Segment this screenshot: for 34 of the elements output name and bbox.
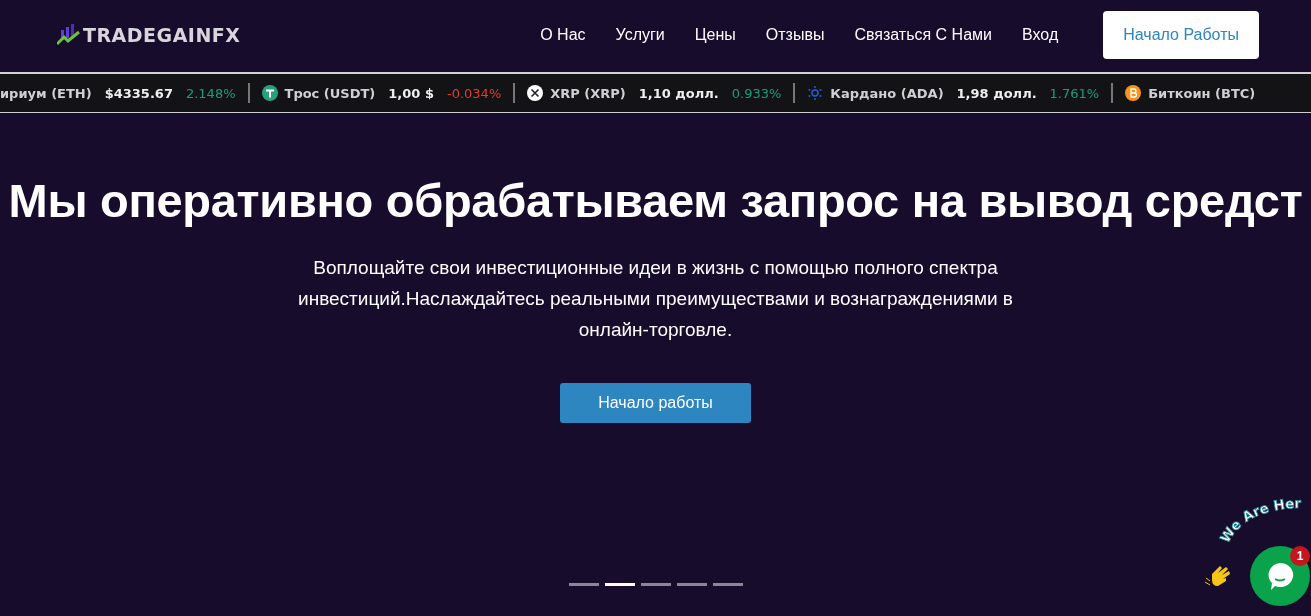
chat-bubble-icon bbox=[1265, 561, 1295, 591]
coin-icon bbox=[261, 85, 278, 101]
start-button[interactable]: Начало работы bbox=[560, 383, 751, 423]
coin-price: 1,10 долл. bbox=[638, 85, 719, 101]
coin-icon bbox=[527, 85, 544, 101]
price-change: 1.761% bbox=[1049, 85, 1100, 101]
coin-name: Кардано (ADA) bbox=[830, 85, 944, 101]
slide-indicator[interactable] bbox=[604, 583, 635, 586]
hero-text: Воплощайте свои инвестиционные идеи в жизнь с помощью полного спектра инвестиций.Наслаждайтесь реальными преимуществами и вознаграждениями в онлайн-торговле. bbox=[297, 256, 1014, 342]
start-button[interactable]: Начало Работы bbox=[1103, 11, 1259, 59]
notification-badge: 1 bbox=[1290, 546, 1310, 566]
coin-name: ириум (ETH) bbox=[0, 85, 92, 101]
coin-name: XRP (XRP) bbox=[550, 85, 626, 101]
coin-price: 1,00 $ bbox=[388, 85, 434, 101]
nav-link[interactable]: Связаться С Нами bbox=[854, 26, 992, 44]
chat-caption[interactable]: We Are Her bbox=[1214, 500, 1307, 544]
coin-price: 1,98 долл. bbox=[956, 85, 1037, 101]
chat-button[interactable] bbox=[1250, 546, 1310, 606]
nav-link[interactable]: Отзывы bbox=[765, 26, 825, 44]
logo-chart-icon bbox=[57, 24, 81, 46]
coin-icon bbox=[1125, 85, 1142, 101]
nav-link[interactable]: Вход bbox=[1022, 26, 1059, 44]
coin-name: Биткоин (BTC) bbox=[1148, 85, 1256, 101]
price-change: 0.933% bbox=[731, 85, 782, 101]
hero-headline: Мы оперативно обрабатываем запрос на вывод средст bbox=[8, 173, 1303, 228]
coin-name: Трос (USDT) bbox=[284, 85, 376, 101]
nav-link[interactable]: О Нас bbox=[540, 26, 586, 44]
logo-text[interactable]: TRADEGAINFX bbox=[83, 24, 241, 46]
coin-icon bbox=[807, 85, 824, 101]
price-change: -0.034% bbox=[446, 85, 502, 101]
nav-link[interactable]: Цены bbox=[694, 26, 736, 44]
coin-price: $4335.67 bbox=[104, 85, 173, 101]
nav-link[interactable]: Услуги bbox=[615, 26, 665, 44]
price-change: 2.148% bbox=[185, 85, 236, 101]
